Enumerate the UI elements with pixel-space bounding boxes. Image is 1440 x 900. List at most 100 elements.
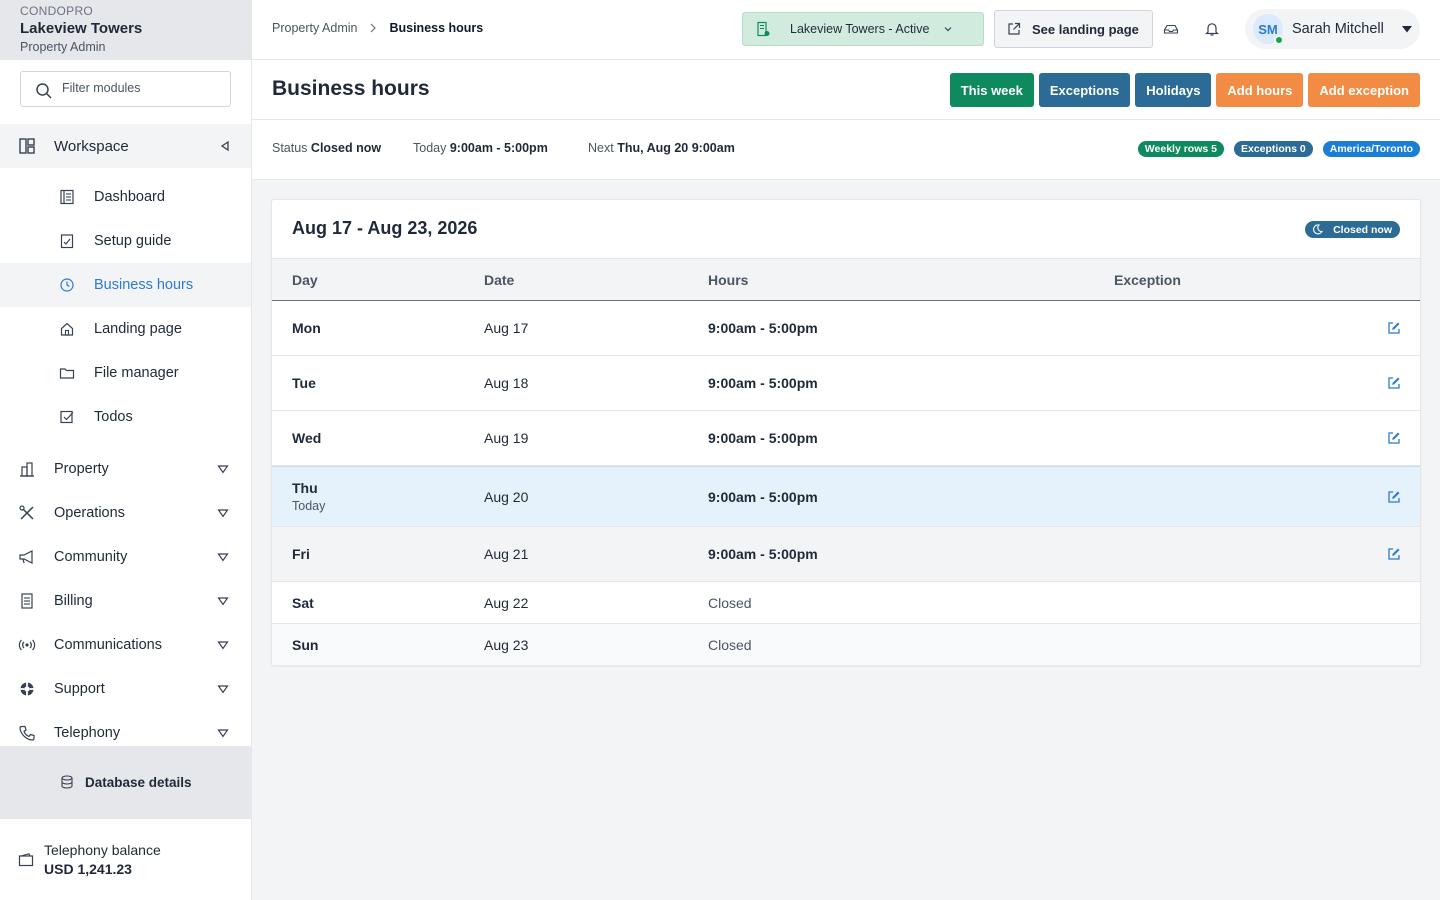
hours-cell: 9:00am - 5:00pm [708, 320, 818, 336]
hours-cell: 9:00am - 5:00pm [708, 375, 818, 391]
sidebar-item-landing-page[interactable]: Landing page [0, 307, 251, 351]
status-item-status: Status Closed now [272, 141, 381, 155]
chevron-down-icon [217, 595, 229, 607]
moon-icon [1312, 224, 1324, 235]
hours-cell: 9:00am - 5:00pm [708, 489, 818, 505]
date-cell: Aug 18 [484, 375, 529, 391]
sidebar-section-property[interactable]: Property [0, 447, 251, 491]
status-badges: Weekly rows 5 Exceptions 0 America/Toron… [1137, 141, 1420, 157]
sidebar-item-business-hours[interactable]: Business hours [0, 263, 251, 307]
sidebar-section-label: Support [54, 681, 105, 697]
wallet-icon [18, 852, 34, 868]
closed-now-badge: Closed now [1305, 221, 1400, 238]
sidebar-section-community[interactable]: Community [0, 535, 251, 579]
table-row: Wed Aug 19 9:00am - 5:00pm [272, 411, 1420, 466]
bell-icon[interactable] [1204, 21, 1220, 37]
day-cell: Tue [292, 375, 316, 391]
sidebar: CONDOPRO Lakeview Towers Property Admin … [0, 0, 252, 900]
megaphone-icon [18, 548, 36, 566]
sidebar-item-setup-guide[interactable]: Setup guide [0, 219, 251, 263]
table-row: Sat Aug 22 Closed [272, 582, 1420, 624]
user-role: Property Admin [20, 40, 106, 54]
balance-label: Telephony balance [44, 842, 161, 858]
column-header-date: Date [484, 272, 515, 288]
status-key: Status [272, 141, 308, 155]
property-select[interactable]: Lakeview Towers - Active [742, 12, 984, 46]
add-exception-button[interactable]: Add exception [1308, 73, 1420, 107]
page-title: Business hours [272, 77, 430, 100]
external-link-icon [1006, 21, 1022, 37]
edit-icon[interactable] [1387, 376, 1401, 390]
sidebar-section-label: Telephony [54, 725, 121, 741]
sidebar-item-label: Todos [94, 409, 133, 425]
broadcast-icon [18, 636, 36, 654]
sidebar-section-billing[interactable]: Billing [0, 579, 251, 623]
chevron-down-icon [217, 507, 229, 519]
hours-cell: Closed [708, 637, 752, 653]
day-cell: Sun [292, 637, 319, 653]
holidays-button[interactable]: Holidays [1135, 73, 1212, 107]
add-hours-button[interactable]: Add hours [1216, 73, 1304, 107]
table-row: Tue Aug 18 9:00am - 5:00pm [272, 356, 1420, 411]
page-actions: This week Exceptions Holidays Add hours … [949, 73, 1420, 107]
sidebar-section-support[interactable]: Support [0, 667, 251, 711]
next-value: Thu, Aug 20 9:00am [617, 141, 735, 155]
breadcrumb-item-current: Business hours [389, 21, 484, 35]
chevron-down-icon [943, 24, 953, 34]
next-key: Next [588, 141, 614, 155]
checkbox-icon [59, 409, 75, 425]
dashboard-icon [59, 189, 75, 205]
sidebar-item-todos[interactable]: Todos [0, 395, 251, 439]
day-cell: Sat [292, 595, 314, 611]
column-header-exception: Exception [1114, 272, 1181, 288]
folder-icon [59, 365, 75, 381]
inbox-icon[interactable] [1163, 21, 1179, 37]
table-row-today: Thu Today Aug 20 9:00am - 5:00pm [272, 466, 1420, 527]
filter-modules-field[interactable] [20, 71, 231, 107]
this-week-button[interactable]: This week [949, 73, 1034, 107]
date-cell: Aug 23 [484, 637, 529, 653]
user-menu[interactable]: SM Sarah Mitchell [1245, 9, 1420, 49]
sidebar-item-label: Business hours [94, 277, 194, 293]
see-landing-page-button[interactable]: See landing page [994, 10, 1153, 48]
sidebar-section-label: Property [54, 461, 109, 477]
avatar-initials: SM [1258, 21, 1278, 37]
breadcrumb-item-property-admin[interactable]: Property Admin [272, 21, 357, 35]
edit-icon[interactable] [1387, 547, 1401, 561]
nav-group-label: Workspace [54, 137, 129, 155]
chevron-down-icon [217, 683, 229, 695]
status-bar: Status Closed now Today 9:00am - 5:00pm … [252, 120, 1440, 180]
chevron-down-icon [217, 551, 229, 563]
sidebar-section-communications[interactable]: Communications [0, 623, 251, 667]
sidebar-section-operations[interactable]: Operations [0, 491, 251, 535]
filter-modules-input[interactable] [62, 81, 212, 95]
weekly-rows-badge: Weekly rows 5 [1137, 141, 1224, 157]
edit-icon[interactable] [1387, 490, 1401, 504]
user-name: Sarah Mitchell [1292, 21, 1384, 37]
hours-cell: Closed [708, 595, 752, 611]
telephony-balance: Telephony balance USD 1,241.23 [0, 818, 251, 900]
chevron-down-icon [217, 727, 229, 739]
nav-group-workspace[interactable]: Workspace [0, 124, 251, 168]
phone-icon [18, 724, 36, 742]
today-label: Today [292, 499, 326, 513]
edit-icon[interactable] [1387, 431, 1401, 445]
home-icon [59, 321, 75, 337]
org-name: CONDOPRO [20, 4, 94, 18]
day-cell: Mon [292, 320, 321, 336]
sidebar-item-file-manager[interactable]: File manager [0, 351, 251, 395]
edit-icon[interactable] [1387, 321, 1401, 335]
balance-value: USD 1,241.23 [44, 861, 132, 877]
collapse-icon[interactable] [219, 140, 231, 152]
online-status-dot [1274, 35, 1284, 45]
exceptions-button[interactable]: Exceptions [1038, 73, 1131, 107]
today-value: 9:00am - 5:00pm [449, 141, 548, 155]
tools-icon [18, 504, 36, 522]
sidebar-item-dashboard[interactable]: Dashboard [0, 175, 251, 219]
date-cell: Aug 19 [484, 430, 529, 446]
page-header: Business hours This week Exceptions Holi… [252, 60, 1440, 120]
sidebar-section-label: Operations [54, 505, 125, 521]
database-details-button[interactable]: Database details [0, 746, 251, 818]
hours-cell: 9:00am - 5:00pm [708, 546, 818, 562]
sidebar-item-label: File manager [94, 365, 179, 381]
